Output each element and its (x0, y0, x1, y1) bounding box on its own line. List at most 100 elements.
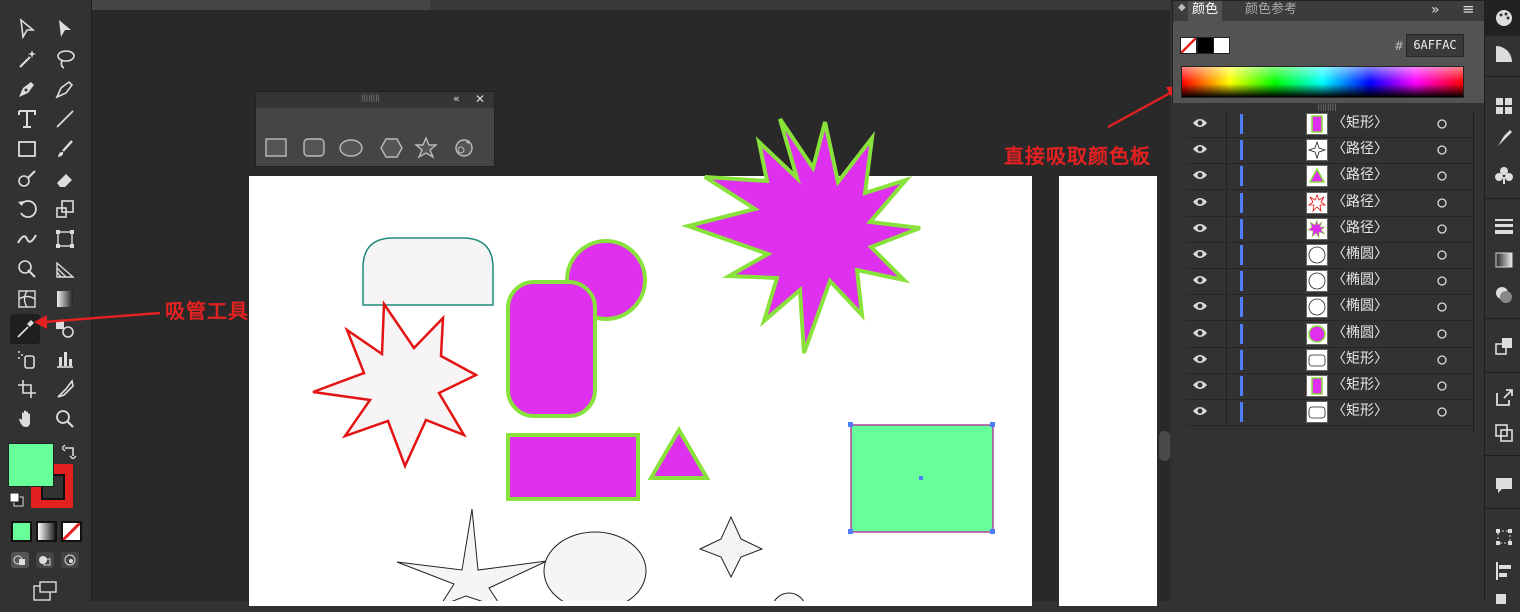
color-palette-icon[interactable] (1494, 8, 1514, 28)
layer-color-marker (1240, 140, 1243, 161)
target-circle-icon[interactable] (1436, 223, 1448, 235)
comments-icon[interactable] (1494, 475, 1514, 495)
visibility-eye-icon[interactable] (1192, 196, 1208, 208)
color-spectrum-bar[interactable] (1181, 66, 1464, 98)
arrow-to-color-bar (1107, 90, 1173, 129)
symbols-icon[interactable] (1494, 165, 1514, 185)
panel-collapse-button[interactable]: » (1431, 1, 1440, 19)
layer-thumbnail-ellipse-icon (1306, 244, 1328, 266)
target-circle-icon[interactable] (1436, 354, 1448, 366)
hex-prefix: # (1394, 39, 1405, 53)
canvas-scrollbar-thumb[interactable] (1159, 431, 1170, 461)
eyedropper-annotation: 吸管工具 (165, 299, 249, 323)
layer-color-marker (1240, 402, 1243, 423)
brushes-icon[interactable] (1494, 128, 1514, 148)
target-circle-icon[interactable] (1436, 118, 1448, 130)
layer-row[interactable]: 〈椭圆〉 (1186, 321, 1474, 348)
layer-row[interactable]: 〈路径〉 (1186, 216, 1474, 243)
target-circle-icon[interactable] (1436, 170, 1448, 182)
layer-name[interactable]: 〈椭圆〉 (1332, 325, 1388, 342)
layer-color-marker (1240, 376, 1243, 396)
layer-name[interactable]: 〈路径〉 (1332, 220, 1388, 237)
layer-name[interactable]: 〈矩形〉 (1332, 377, 1388, 394)
layer-color-marker (1240, 114, 1243, 134)
layer-row[interactable]: 〈路径〉 (1186, 190, 1474, 217)
visibility-eye-icon[interactable] (1192, 274, 1208, 286)
layer-row[interactable]: 〈椭圆〉 (1186, 268, 1474, 296)
layer-name[interactable]: 〈矩形〉 (1332, 115, 1388, 132)
layer-color-marker (1240, 271, 1243, 292)
visibility-eye-icon[interactable] (1192, 379, 1208, 391)
visibility-eye-icon[interactable] (1192, 117, 1208, 129)
visibility-eye-icon[interactable] (1192, 353, 1208, 365)
layer-row[interactable]: 〈矩形〉 (1186, 111, 1474, 138)
visibility-eye-icon[interactable] (1192, 143, 1208, 155)
tab-updown-icon[interactable]: ◆ (1178, 2, 1186, 13)
target-circle-icon[interactable] (1436, 144, 1448, 156)
visibility-eye-icon[interactable] (1192, 405, 1208, 417)
align-icon[interactable] (1494, 561, 1514, 581)
layer-name[interactable]: 〈椭圆〉 (1332, 298, 1388, 315)
layer-color-marker (1240, 218, 1243, 239)
layer-name[interactable]: 〈椭圆〉 (1332, 272, 1388, 289)
layer-name[interactable]: 〈矩形〉 (1332, 351, 1388, 368)
artboards-icon[interactable] (1494, 423, 1514, 443)
target-circle-icon[interactable] (1436, 301, 1448, 313)
stroke-icon[interactable] (1494, 216, 1514, 236)
layer-name[interactable]: 〈矩形〉 (1332, 403, 1388, 420)
layer-color-marker (1240, 192, 1243, 213)
layer-row[interactable]: 〈椭圆〉 (1186, 242, 1474, 269)
layer-row[interactable]: 〈椭圆〉 (1186, 294, 1474, 322)
transparency-icon[interactable] (1494, 285, 1514, 305)
layer-thumbnail-magenta-rect-icon (1306, 113, 1328, 135)
target-circle-icon[interactable] (1436, 328, 1448, 340)
layer-thumbnail-rect-icon (1306, 348, 1328, 371)
color-panel-tab-bar: ◆ 颜色 颜色参考 » ≡ (1173, 0, 1485, 21)
target-circle-icon[interactable] (1436, 380, 1448, 392)
layer-thumbnail-ellipse-icon (1306, 270, 1328, 293)
layer-name[interactable]: 〈路径〉 (1332, 194, 1388, 211)
target-circle-icon[interactable] (1436, 249, 1448, 261)
appearance-icon[interactable] (1494, 336, 1514, 356)
layer-row[interactable]: 〈矩形〉 (1186, 347, 1474, 374)
hex-input[interactable]: 6AFFAC (1406, 34, 1464, 57)
visibility-eye-icon[interactable] (1192, 327, 1208, 339)
color-guide-icon[interactable] (1494, 44, 1514, 64)
layer-row[interactable]: 〈路径〉 (1186, 163, 1474, 191)
panel-menu-button[interactable]: ≡ (1462, 0, 1475, 18)
visibility-eye-icon[interactable] (1192, 248, 1208, 260)
layer-thumbnail-ellipse-icon (1306, 296, 1328, 319)
target-circle-icon[interactable] (1436, 275, 1448, 287)
gradient-panel-icon[interactable] (1494, 250, 1514, 270)
layer-name[interactable]: 〈路径〉 (1332, 141, 1388, 158)
layer-row[interactable]: 〈路径〉 (1186, 137, 1474, 165)
right-panel-dock (1484, 0, 1520, 604)
layer-name[interactable]: 〈椭圆〉 (1332, 246, 1388, 263)
layer-color-marker (1240, 297, 1243, 318)
layer-color-marker (1240, 166, 1243, 187)
layer-thumbnail-rect-icon (1306, 401, 1328, 424)
layer-row[interactable]: 〈矩形〉 (1186, 399, 1474, 427)
target-circle-icon[interactable] (1436, 406, 1448, 418)
layer-row[interactable]: 〈矩形〉 (1186, 373, 1474, 400)
color-panel: ◆ 颜色 颜色参考 » ≡ # 6AFFAC (1172, 0, 1486, 105)
layer-color-marker (1240, 349, 1243, 370)
visibility-eye-icon[interactable] (1192, 169, 1208, 181)
pathfinder-icon[interactable] (1494, 592, 1514, 612)
black-swatch[interactable] (1197, 37, 1214, 54)
swatches-icon[interactable] (1494, 96, 1514, 116)
layer-thumbnail-star8-icon (1306, 191, 1328, 214)
none-swatch[interactable] (1180, 37, 1197, 54)
layer-thumbnail-triangle-icon (1306, 165, 1328, 188)
tab-color[interactable]: 颜色 (1188, 1, 1223, 21)
visibility-eye-icon[interactable] (1192, 222, 1208, 234)
white-swatch[interactable] (1213, 37, 1230, 54)
layer-name[interactable]: 〈路径〉 (1332, 167, 1388, 184)
layer-color-marker (1240, 245, 1243, 265)
visibility-eye-icon[interactable] (1192, 300, 1208, 312)
export-icon[interactable] (1494, 388, 1514, 408)
transform-icon[interactable] (1494, 527, 1514, 547)
layers-panel: |||||||| 〈矩形〉 〈路径〉 〈路径〉 〈路径〉 〈路径〉 〈椭圆〉 〈椭圆〉 〈椭圆… (1172, 103, 1484, 601)
tab-color-guide[interactable]: 颜色参考 (1245, 1, 1297, 19)
target-circle-icon[interactable] (1436, 197, 1448, 209)
